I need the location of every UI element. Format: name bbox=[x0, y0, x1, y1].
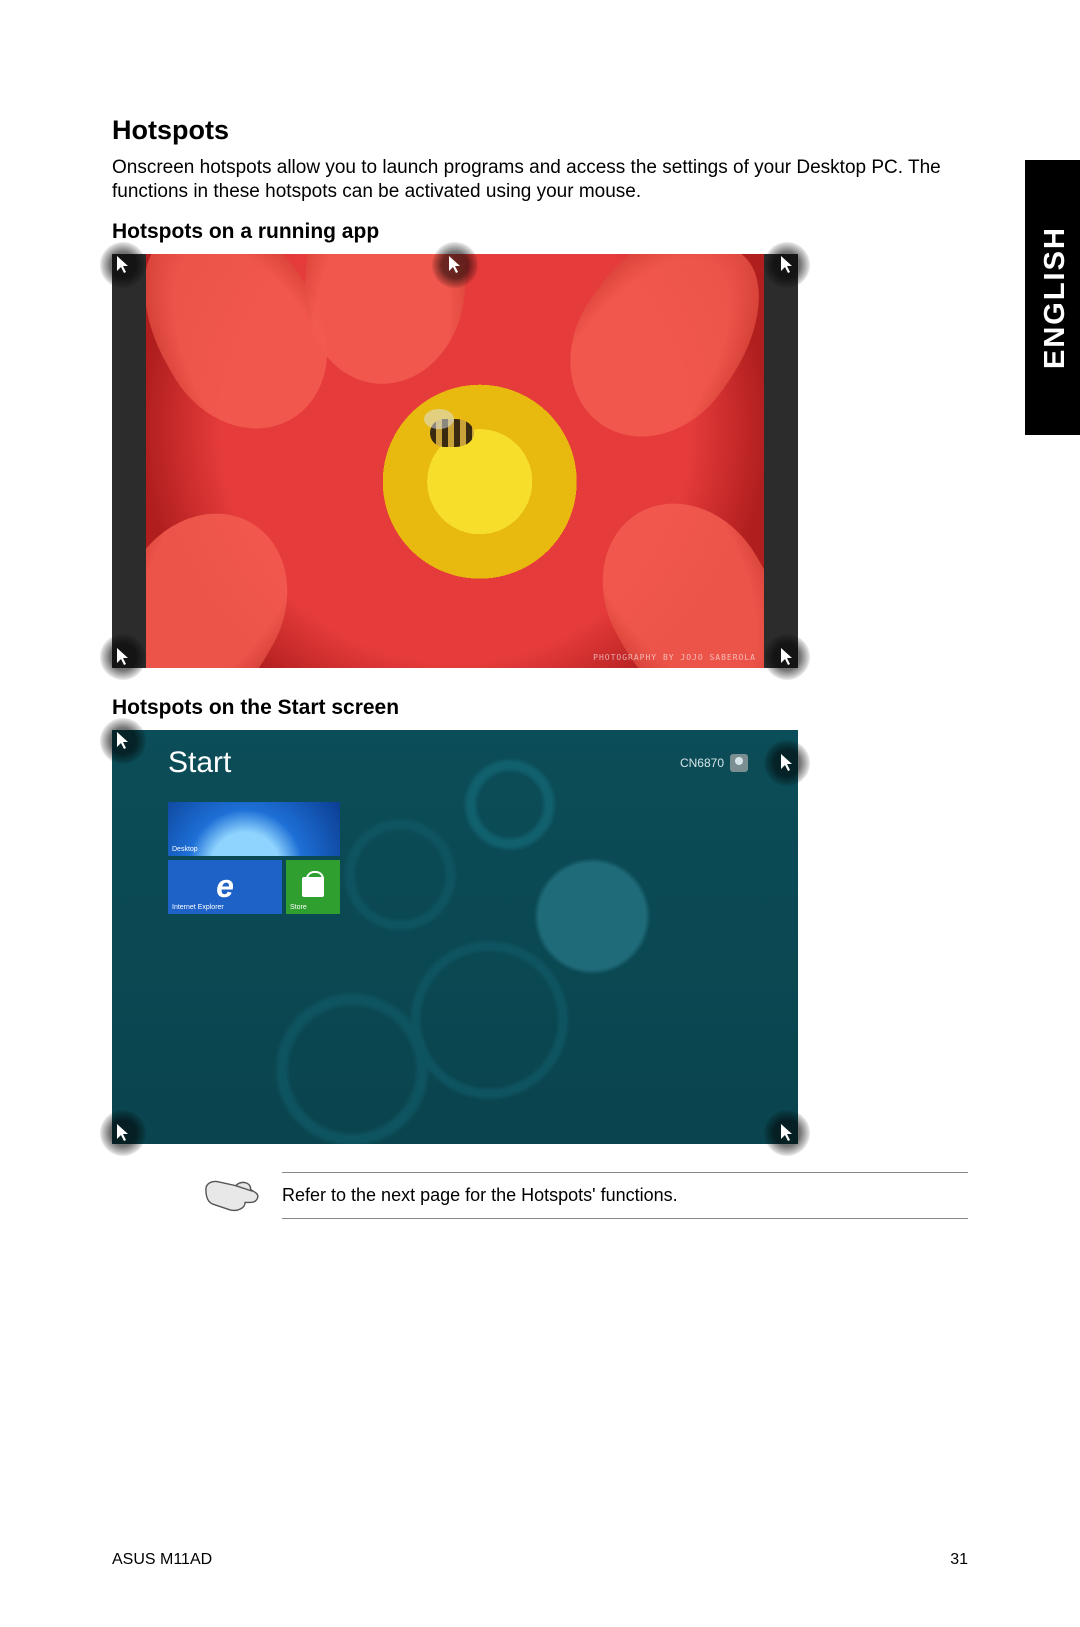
page-content: Hotspots Onscreen hotspots allow you to … bbox=[0, 0, 1080, 1219]
intro-text: Onscreen hotspots allow you to launch pr… bbox=[112, 156, 968, 204]
store-icon bbox=[302, 877, 324, 897]
screenshot-start-screen: Start CN6870 Desktop e Internet Explorer… bbox=[112, 730, 798, 1144]
tile-store[interactable]: Store bbox=[286, 860, 340, 914]
start-screen: Start CN6870 Desktop e Internet Explorer… bbox=[112, 730, 798, 1144]
ie-icon: e bbox=[216, 868, 234, 905]
subheading-running-app: Hotspots on a running app bbox=[112, 220, 968, 244]
pointing-hand-icon bbox=[204, 1172, 260, 1218]
start-title: Start bbox=[168, 746, 231, 780]
tile-internet-explorer[interactable]: e Internet Explorer bbox=[168, 860, 282, 914]
app-sidebar-left bbox=[112, 254, 146, 668]
tile-label: Desktop bbox=[172, 846, 198, 853]
footer-page-number: 31 bbox=[950, 1551, 968, 1569]
user-name: CN6870 bbox=[680, 756, 724, 770]
tile-desktop[interactable]: Desktop bbox=[168, 802, 340, 856]
tile-group: Desktop e Internet Explorer Store bbox=[168, 802, 340, 914]
app-sidebar-right bbox=[764, 254, 798, 668]
app-window: PHOTOGRAPHY BY JOJO SABEROLA bbox=[112, 254, 798, 668]
photo-watermark: PHOTOGRAPHY BY JOJO SABEROLA bbox=[593, 653, 756, 662]
language-tab: ENGLISH bbox=[1025, 160, 1080, 435]
heading-hotspots: Hotspots bbox=[112, 115, 968, 146]
subheading-start-screen: Hotspots on the Start screen bbox=[112, 696, 968, 720]
footer-model: ASUS M11AD bbox=[112, 1551, 212, 1569]
note-text: Refer to the next page for the Hotspots'… bbox=[282, 1172, 968, 1219]
screenshot-running-app: PHOTOGRAPHY BY JOJO SABEROLA bbox=[112, 254, 798, 668]
note-section: Refer to the next page for the Hotspots'… bbox=[204, 1172, 968, 1219]
tile-label: Store bbox=[290, 904, 307, 911]
bee-icon bbox=[430, 419, 474, 447]
avatar-icon bbox=[730, 754, 748, 772]
tile-label: Internet Explorer bbox=[172, 904, 224, 911]
flower-photo: PHOTOGRAPHY BY JOJO SABEROLA bbox=[146, 254, 764, 668]
user-account[interactable]: CN6870 bbox=[680, 754, 748, 772]
page-footer: ASUS M11AD 31 bbox=[112, 1551, 968, 1569]
